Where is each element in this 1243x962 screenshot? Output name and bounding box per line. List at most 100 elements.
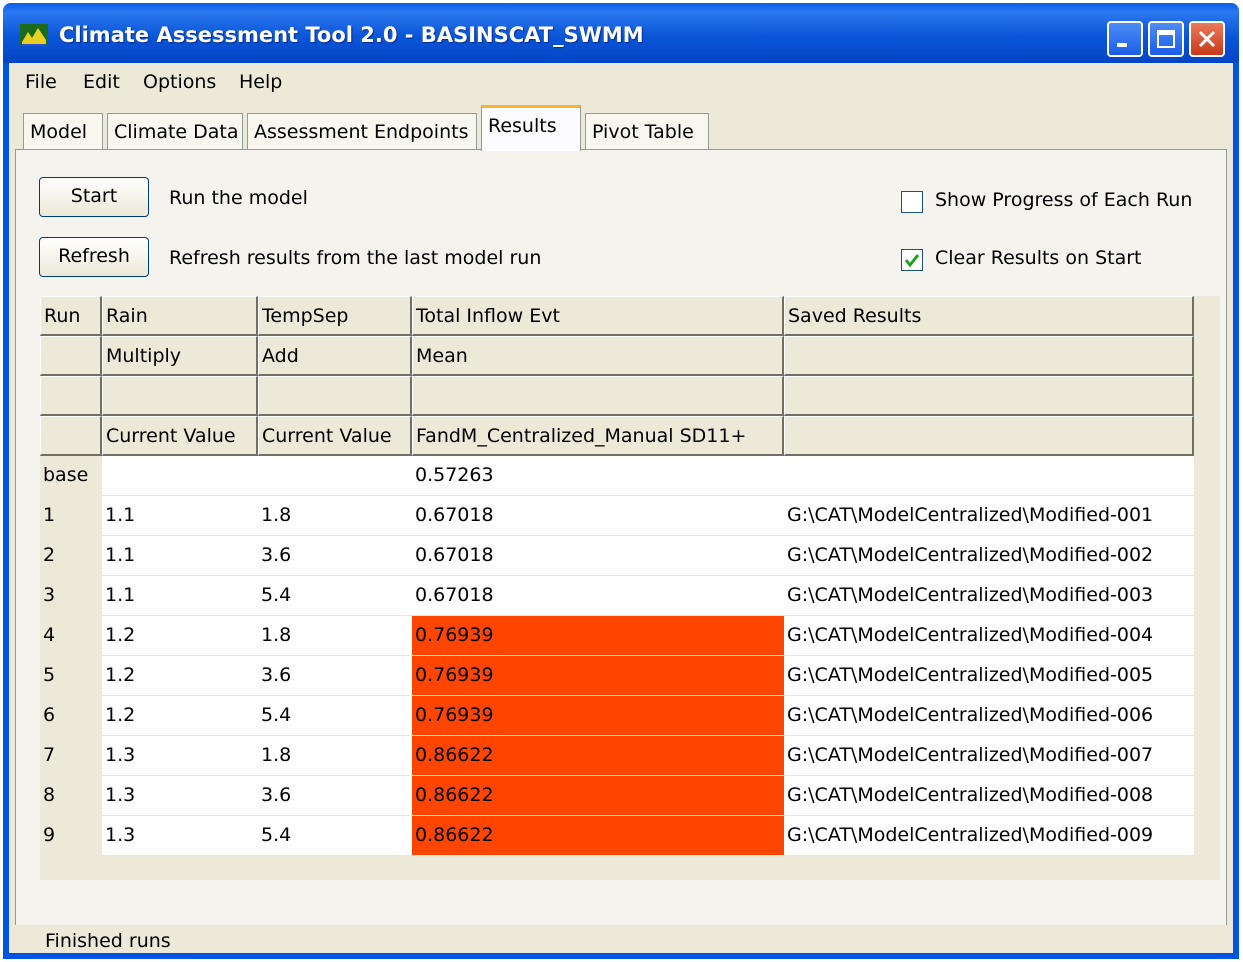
table-cell-rain[interactable]: 1.2	[102, 616, 258, 656]
table-cell-total-inflow[interactable]: 0.76939	[412, 616, 784, 656]
table-cell-tempsep[interactable]: 3.6	[258, 536, 412, 576]
app-icon	[20, 24, 48, 46]
checkmark-icon	[904, 254, 920, 268]
table-cell-total-inflow[interactable]: 0.86622	[412, 776, 784, 816]
table-cell-run[interactable]: 9	[40, 816, 102, 856]
table-cell-run[interactable]: 8	[40, 776, 102, 816]
status-text: Finished runs	[45, 930, 171, 952]
table-cell-tempsep[interactable]: 5.4	[258, 576, 412, 616]
close-button[interactable]	[1189, 21, 1225, 57]
table-cell-saved-results[interactable]: G:\CAT\ModelCentralized\Modified-006	[784, 696, 1194, 736]
table-cell-total-inflow[interactable]: 0.86622	[412, 816, 784, 856]
table-cell-run[interactable]: 7	[40, 736, 102, 776]
table-cell-rain[interactable]: 1.3	[102, 816, 258, 856]
tab-results[interactable]: Results	[481, 105, 581, 151]
results-grid[interactable]: Run Rain TempSep Total Inflow Evt Saved Resu…	[40, 296, 1220, 880]
title-bar[interactable]: Climate Assessment Tool 2.0 - BASINSCAT_…	[3, 3, 1239, 63]
table-cell-saved-results[interactable]: G:\CAT\ModelCentralized\Modified-008	[784, 776, 1194, 816]
header-cell-run[interactable]: Run	[40, 296, 102, 336]
table-cell-rain[interactable]: 1.1	[102, 496, 258, 536]
table-cell-saved-results[interactable]: G:\CAT\ModelCentralized\Modified-001	[784, 496, 1194, 536]
maximize-button[interactable]	[1148, 21, 1184, 57]
header-cell-run[interactable]	[40, 416, 102, 456]
tab-assessment-endpoints[interactable]: Assessment Endpoints	[247, 113, 477, 149]
table-cell-rain[interactable]: 1.1	[102, 576, 258, 616]
table-cell-run[interactable]: base	[40, 456, 102, 496]
table-cell-total-inflow[interactable]: 0.67018	[412, 496, 784, 536]
refresh-button[interactable]: Refresh	[39, 237, 149, 277]
table-cell-rain[interactable]: 1.1	[102, 536, 258, 576]
table-cell-saved-results[interactable]	[784, 456, 1194, 496]
show-progress-checkbox[interactable]	[901, 191, 923, 213]
tab-pivot-table[interactable]: Pivot Table	[585, 113, 709, 149]
menu-help[interactable]: Help	[239, 71, 282, 93]
table-cell-run[interactable]: 4	[40, 616, 102, 656]
header-cell-saved-results[interactable]: Saved Results	[784, 296, 1194, 336]
table-cell-rain[interactable]: 1.2	[102, 656, 258, 696]
minimize-icon	[1117, 43, 1127, 47]
menu-file[interactable]: File	[25, 71, 57, 93]
table-cell-rain[interactable]: 1.3	[102, 736, 258, 776]
table-cell-tempsep[interactable]: 3.6	[258, 656, 412, 696]
menu-options[interactable]: Options	[143, 71, 216, 93]
header-cell-rain[interactable]: Current Value	[102, 416, 258, 456]
table-cell-tempsep[interactable]	[258, 456, 412, 496]
table-cell-tempsep[interactable]: 5.4	[258, 696, 412, 736]
table-cell-saved-results[interactable]: G:\CAT\ModelCentralized\Modified-004	[784, 616, 1194, 656]
refresh-description: Refresh results from the last model run	[169, 247, 542, 269]
table-cell-saved-results[interactable]: G:\CAT\ModelCentralized\Modified-003	[784, 576, 1194, 616]
header-cell-rain[interactable]: Rain	[102, 296, 258, 336]
table-cell-saved-results[interactable]: G:\CAT\ModelCentralized\Modified-002	[784, 536, 1194, 576]
header-cell-tempsep[interactable]: Current Value	[258, 416, 412, 456]
table-cell-total-inflow[interactable]: 0.76939	[412, 696, 784, 736]
header-cell-total-inflow[interactable]: Total Inflow Evt	[412, 296, 784, 336]
table-cell-total-inflow[interactable]: 0.57263	[412, 456, 784, 496]
header-cell-tempsep[interactable]	[258, 376, 412, 416]
header-cell-saved-results[interactable]	[784, 336, 1194, 376]
header-cell-saved-results[interactable]	[784, 376, 1194, 416]
table-cell-tempsep[interactable]: 1.8	[258, 736, 412, 776]
table-cell-saved-results[interactable]: G:\CAT\ModelCentralized\Modified-007	[784, 736, 1194, 776]
table-cell-rain[interactable]	[102, 456, 258, 496]
table-cell-run[interactable]: 6	[40, 696, 102, 736]
header-cell-rain[interactable]	[102, 376, 258, 416]
table-cell-total-inflow[interactable]: 0.67018	[412, 536, 784, 576]
table-cell-run[interactable]: 5	[40, 656, 102, 696]
table-cell-run[interactable]: 2	[40, 536, 102, 576]
header-cell-total-inflow[interactable]	[412, 376, 784, 416]
header-cell-run[interactable]	[40, 376, 102, 416]
menu-edit[interactable]: Edit	[83, 71, 120, 93]
table-cell-total-inflow[interactable]: 0.67018	[412, 576, 784, 616]
menu-bar: File Edit Options Help	[9, 63, 1233, 105]
header-cell-rain[interactable]: Multiply	[102, 336, 258, 376]
table-cell-total-inflow[interactable]: 0.86622	[412, 736, 784, 776]
status-bar: Finished runs	[9, 925, 1233, 953]
table-cell-run[interactable]: 1	[40, 496, 102, 536]
start-description: Run the model	[169, 187, 308, 209]
table-cell-saved-results[interactable]: G:\CAT\ModelCentralized\Modified-009	[784, 816, 1194, 856]
header-cell-saved-results[interactable]	[784, 416, 1194, 456]
table-cell-tempsep[interactable]: 5.4	[258, 816, 412, 856]
window-title: Climate Assessment Tool 2.0 - BASINSCAT_…	[59, 23, 644, 47]
header-cell-run[interactable]	[40, 336, 102, 376]
clear-results-checkbox[interactable]	[901, 249, 923, 271]
header-cell-tempsep[interactable]: Add	[258, 336, 412, 376]
table-cell-saved-results[interactable]: G:\CAT\ModelCentralized\Modified-005	[784, 656, 1194, 696]
show-progress-label: Show Progress of Each Run	[935, 189, 1193, 211]
table-cell-rain[interactable]: 1.3	[102, 776, 258, 816]
table-cell-tempsep[interactable]: 1.8	[258, 496, 412, 536]
table-cell-tempsep[interactable]: 3.6	[258, 776, 412, 816]
header-cell-tempsep[interactable]: TempSep	[258, 296, 412, 336]
table-cell-total-inflow[interactable]: 0.76939	[412, 656, 784, 696]
table-cell-tempsep[interactable]: 1.8	[258, 616, 412, 656]
tab-model[interactable]: Model	[23, 113, 103, 149]
start-button[interactable]: Start	[39, 177, 149, 217]
table-cell-rain[interactable]: 1.2	[102, 696, 258, 736]
table-cell-run[interactable]: 3	[40, 576, 102, 616]
minimize-button[interactable]	[1107, 21, 1143, 57]
maximize-icon	[1157, 30, 1175, 48]
tab-climate-data[interactable]: Climate Data	[107, 113, 243, 149]
header-cell-total-inflow[interactable]: Mean	[412, 336, 784, 376]
header-cell-total-inflow[interactable]: FandM_Centralized_Manual SD11+	[412, 416, 784, 456]
clear-results-label: Clear Results on Start	[935, 247, 1142, 269]
